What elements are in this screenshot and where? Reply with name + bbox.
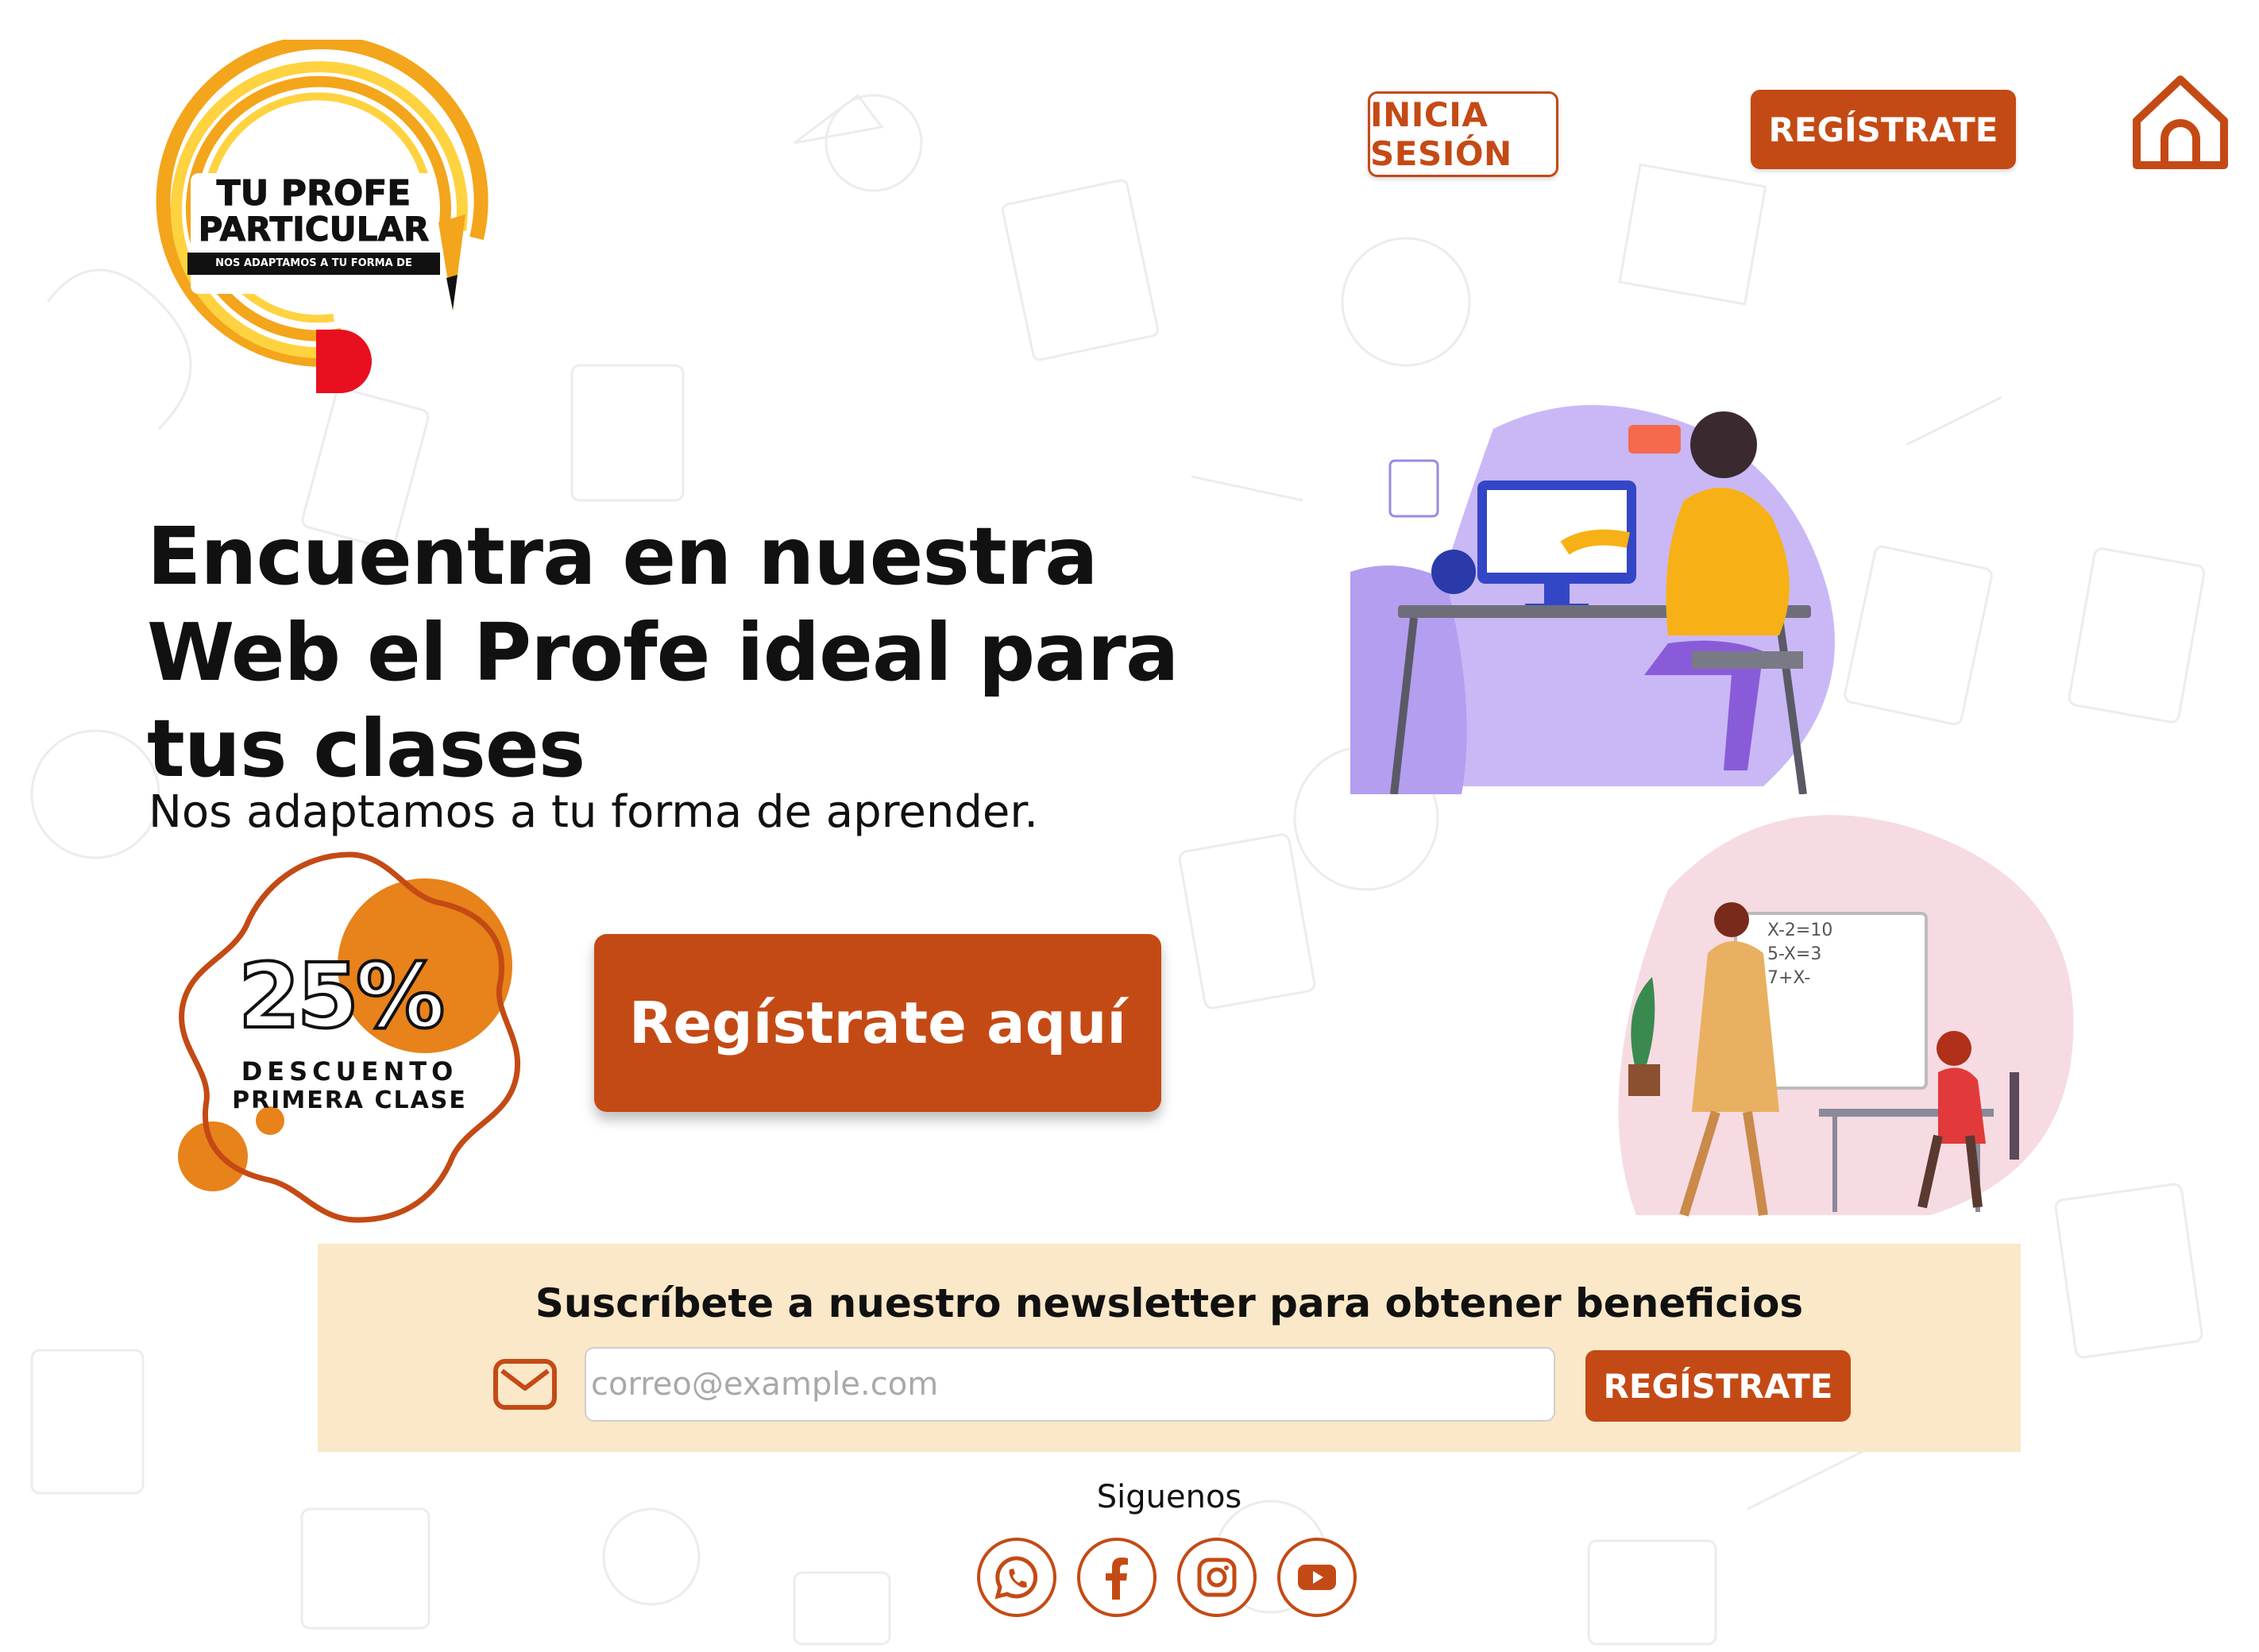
hero-subtitle: Nos adaptamos a tu forma de aprender. xyxy=(149,786,1039,838)
instagram-icon[interactable] xyxy=(1177,1538,1257,1617)
mail-icon xyxy=(493,1359,557,1410)
newsletter-register-button[interactable]: REGÍSTRATE xyxy=(1585,1350,1851,1422)
follow-us-label: Siguenos xyxy=(1096,1479,1242,1515)
social-links xyxy=(977,1538,1361,1620)
register-here-button[interactable]: Regístrate aquí xyxy=(594,934,1161,1112)
whatsapp-icon[interactable] xyxy=(977,1538,1056,1617)
svg-text:X-2=10: X-2=10 xyxy=(1767,921,1832,940)
facebook-icon[interactable] xyxy=(1077,1538,1157,1617)
discount-sublabel: PRIMERA CLASE xyxy=(232,1087,467,1114)
classroom-illustration: X-2=10 5-X=3 7+X- xyxy=(1618,815,2074,1217)
home-icon[interactable] xyxy=(2129,71,2232,175)
newsletter-email-input[interactable] xyxy=(585,1347,1555,1422)
logo-line1: TU PROFE xyxy=(216,173,411,214)
discount-value: 25% xyxy=(237,944,446,1050)
online-class-illustration xyxy=(1350,405,1835,794)
brand-logo[interactable]: TU PROFE PARTICULAR NOS ADAPTAMOS A TU F… xyxy=(127,35,508,413)
register-button[interactable]: REGÍSTRATE xyxy=(1751,90,2016,169)
svg-text:5-X=3: 5-X=3 xyxy=(1767,944,1821,964)
svg-text:7+X-: 7+X- xyxy=(1767,968,1810,988)
logo-line2: PARTICULAR xyxy=(198,210,430,249)
logo-tagline: NOS ADAPTAMOS A TU FORMA DE APRENDER xyxy=(187,253,440,291)
newsletter-title: Suscríbete a nuestro newsletter para obt… xyxy=(535,1280,1804,1326)
hero-title: Encuentra en nuestra Web el Profe ideal … xyxy=(147,510,1179,795)
login-button[interactable]: INICIA SESIÓN xyxy=(1368,91,1558,177)
youtube-icon[interactable] xyxy=(1277,1538,1357,1617)
discount-label: DESCUENTO xyxy=(241,1056,458,1087)
